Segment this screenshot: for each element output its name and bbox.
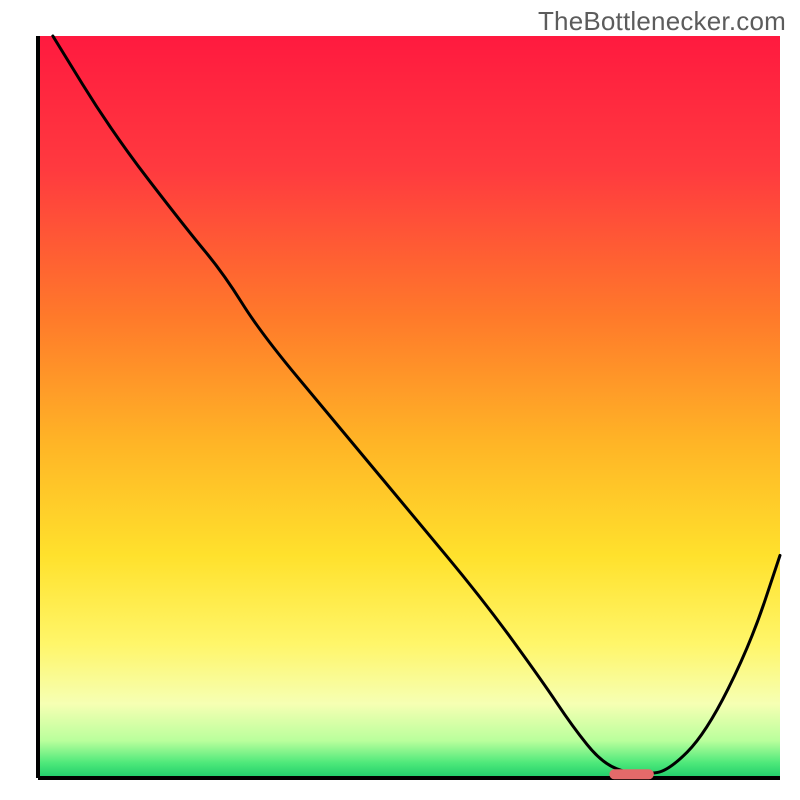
optimal-marker: [609, 769, 654, 779]
bottleneck-chart: [0, 0, 800, 800]
chart-container: { "chart_data": { "type": "line", "title…: [0, 0, 800, 800]
plot-background: [38, 36, 780, 778]
watermark-text: TheBottlenecker.com: [538, 6, 786, 37]
